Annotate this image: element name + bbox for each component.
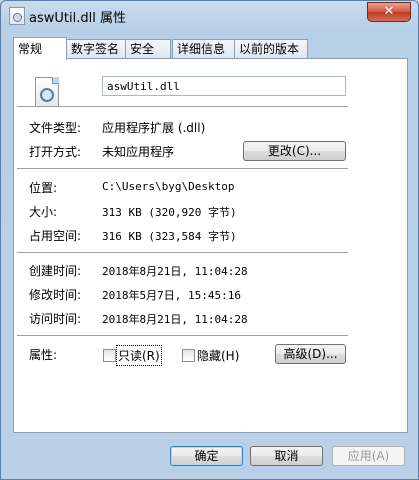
apply-button: 应用(A) [332, 446, 405, 466]
size-value: 313 KB (320,920 字节) [102, 206, 237, 219]
window-title: aswUtil.dll 属性 [29, 11, 126, 26]
divider [17, 335, 348, 336]
hidden-label[interactable]: 隐藏(H) [197, 347, 239, 364]
modified-value: 2018年5月7日, 15:45:16 [102, 289, 241, 302]
location-value: C:\Users\byg\Desktop [102, 180, 235, 193]
created-value: 2018年8月21日, 11:04:28 [102, 265, 248, 278]
tab-previous-versions[interactable]: 以前的版本 [234, 39, 308, 59]
ok-button[interactable]: 确定 [170, 446, 243, 466]
readonly-label[interactable]: 只读(R) [116, 345, 162, 366]
size-on-disk-label: 占用空间: [29, 229, 82, 243]
tab-details[interactable]: 详细信息 [172, 39, 235, 59]
file-type-value: 应用程序扩展 (.dll) [102, 121, 206, 135]
open-with-label: 打开方式: [29, 145, 82, 159]
readonly-checkbox[interactable] [103, 349, 116, 362]
created-label: 创建时间: [29, 264, 82, 278]
hidden-checkbox[interactable] [182, 349, 195, 362]
accessed-label: 访问时间: [29, 312, 82, 326]
tab-general[interactable]: 常规 [13, 37, 67, 60]
tab-security[interactable]: 安全 [125, 39, 171, 59]
cancel-button[interactable]: 取消 [250, 446, 323, 466]
title-bar[interactable]: aswUtil.dll 属性 ✕ [1, 1, 418, 29]
attributes-label: 属性: [29, 348, 58, 362]
tab-digital-signatures[interactable]: 数字签名 [66, 39, 126, 59]
general-panel [13, 58, 408, 433]
size-on-disk-value: 316 KB (323,584 字节) [102, 230, 237, 243]
properties-window: aswUtil.dll 属性 ✕ 常规 数字签名 安全 详细信息 以前的版本 a… [0, 0, 419, 480]
close-button[interactable]: ✕ [367, 2, 411, 22]
file-type-label: 文件类型: [29, 121, 82, 135]
divider [17, 252, 348, 253]
change-button[interactable]: 更改(C)... [243, 141, 346, 161]
advanced-button[interactable]: 高级(D)... [275, 344, 346, 364]
dll-file-icon [9, 7, 25, 25]
dll-file-icon [35, 77, 59, 107]
divider [17, 168, 348, 169]
divider [17, 106, 348, 107]
accessed-value: 2018年8月21日, 11:04:28 [102, 313, 248, 326]
location-label: 位置: [29, 181, 58, 195]
modified-label: 修改时间: [29, 288, 82, 302]
size-label: 大小: [29, 205, 58, 219]
open-with-value: 未知应用程序 [102, 145, 175, 159]
filename-input[interactable]: aswUtil.dll [102, 76, 346, 96]
